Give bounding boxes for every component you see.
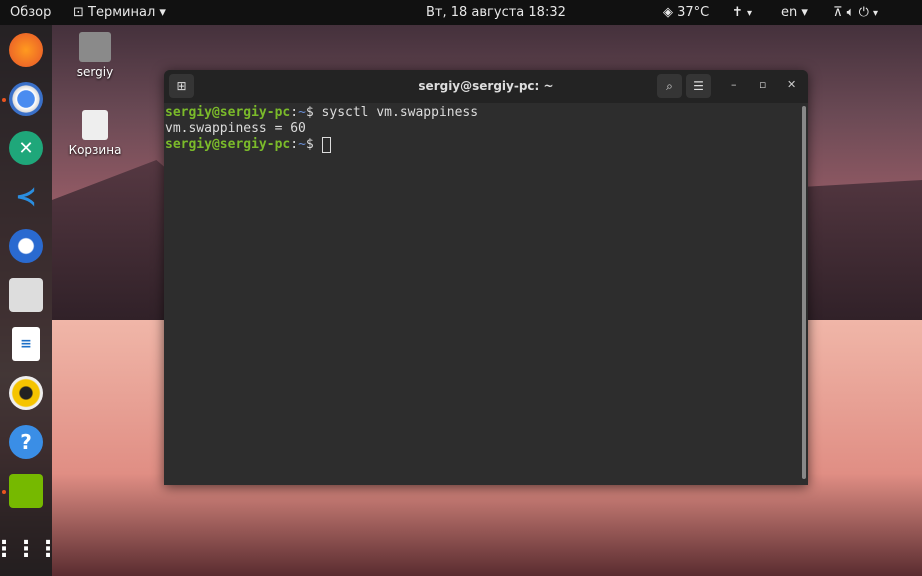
app-menu[interactable]: ⊡ Терминал ▾ (73, 5, 166, 20)
system-menu[interactable]: ⊼ 🔈︎ ⏻ ▾ (833, 5, 878, 20)
minimize-button[interactable]: – (731, 78, 737, 91)
accessibility-menu[interactable]: ✝ ▾ (732, 5, 752, 20)
desktop-trash[interactable]: Корзина (60, 110, 130, 157)
rhythmbox-icon[interactable] (9, 376, 43, 410)
files-icon[interactable] (9, 278, 43, 312)
desktop-home-folder[interactable]: sergiy (60, 32, 130, 79)
menu-button[interactable]: ☰ (686, 74, 711, 98)
thunderbird-icon[interactable] (9, 229, 43, 263)
terminal-icon: ⊡ (73, 5, 89, 20)
firefox-icon[interactable] (9, 33, 43, 67)
top-bar: Обзор ⊡ Терминал ▾ Вт, 18 августа 18:32 … (0, 0, 922, 25)
power-icon: ⏻ (858, 5, 874, 20)
scrollbar[interactable] (802, 106, 806, 479)
network-icon: ⊼ (833, 5, 847, 20)
weather-icon: ◈ (663, 5, 678, 20)
vscode-icon[interactable]: ≺ (9, 180, 43, 214)
window-title: sergiy@sergiy-pc: ~ (418, 79, 554, 93)
show-applications-icon[interactable]: ⋮⋮⋮ (0, 532, 59, 566)
activities-button[interactable]: Обзор (10, 5, 51, 20)
home-folder-icon (79, 32, 111, 62)
trash-icon (82, 110, 108, 140)
weather-indicator[interactable]: ◈ 37°C (663, 5, 709, 20)
terminal-line: vm.swappiness = 60 (165, 121, 306, 136)
trash-label: Корзина (68, 143, 122, 157)
remmina-icon[interactable]: ✕ (9, 131, 43, 165)
terminal-line: sergiy@sergiy-pc:~$ sysctl vm.swappiness (165, 105, 479, 120)
maximize-button[interactable]: ▫ (759, 78, 766, 91)
clock[interactable]: Вт, 18 августа 18:32 (426, 5, 566, 20)
nvidia-icon[interactable] (9, 474, 43, 508)
dock: ✕ ≺ ≡ ? ⋮⋮⋮ (0, 25, 59, 576)
home-folder-label: sergiy (76, 65, 114, 79)
help-icon[interactable]: ? (9, 425, 43, 459)
writer-icon[interactable]: ≡ (12, 327, 40, 361)
terminal-output[interactable]: sergiy@sergiy-pc:~$ sysctl vm.swappiness… (164, 103, 808, 153)
terminal-line: sergiy@sergiy-pc:~$ (165, 137, 808, 153)
terminal-headerbar[interactable]: ⊞ sergiy@sergiy-pc: ~ ⌕ ☰ – ▫ ✕ (164, 70, 808, 103)
language-menu[interactable]: en ▾ (781, 5, 808, 20)
close-button[interactable]: ✕ (787, 78, 796, 91)
volume-icon: 🔈︎ (846, 5, 859, 20)
cursor (321, 137, 331, 153)
terminal-window: ⊞ sergiy@sergiy-pc: ~ ⌕ ☰ – ▫ ✕ sergiy@s… (164, 70, 808, 485)
accessibility-icon: ✝ (732, 5, 748, 20)
chromium-icon[interactable] (9, 82, 43, 116)
search-button[interactable]: ⌕ (657, 74, 682, 98)
